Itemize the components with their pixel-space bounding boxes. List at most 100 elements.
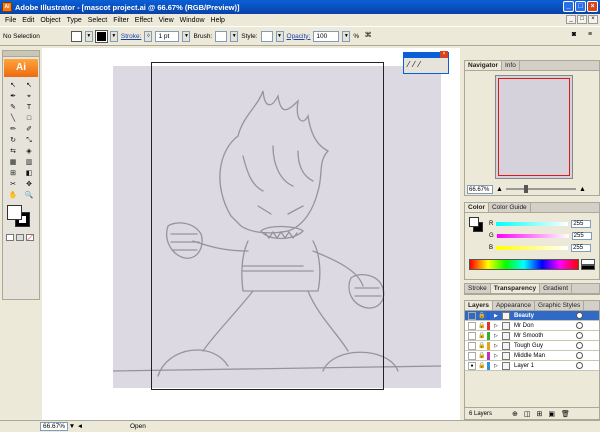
tab-color[interactable]: Color — [465, 203, 489, 212]
color-mode-button[interactable] — [6, 234, 14, 241]
eyedropper-tool-icon[interactable]: ⁄ — [413, 60, 414, 69]
prev-artboard-icon[interactable]: ◄ — [76, 423, 84, 430]
layer-row[interactable]: ● 🔒 ▷ Layer 1 — [465, 361, 599, 371]
paintbrush-tool-icon[interactable]: ✏ — [5, 124, 21, 135]
tab-layers[interactable]: Layers — [465, 301, 493, 310]
gradient-mode-button[interactable] — [16, 234, 24, 241]
layer-target-icon[interactable] — [576, 312, 583, 319]
blue-value-input[interactable]: 255 — [571, 243, 592, 252]
stroke-link[interactable]: Stroke: — [121, 33, 142, 40]
layer-target-icon[interactable] — [576, 352, 583, 359]
new-sublayer-icon[interactable]: ⊞ — [537, 410, 543, 418]
zoom-out-icon[interactable]: ▲ — [496, 186, 503, 193]
tab-color-guide[interactable]: Color Guide — [489, 203, 531, 212]
navigator-thumbnail[interactable] — [495, 75, 573, 179]
stroke-weight-dropdown[interactable]: ▼ — [182, 30, 191, 42]
canvas-vertical-scrollbar[interactable] — [460, 48, 463, 420]
none-mode-button[interactable] — [26, 234, 34, 241]
stroke-swatch-dropdown[interactable]: ▼ — [109, 30, 118, 42]
lock-icon[interactable]: 🔒 — [478, 342, 485, 349]
delete-layer-icon[interactable]: 🗑 — [561, 410, 570, 418]
stroke-weight-input[interactable]: 1 pt — [155, 30, 180, 42]
tab-transparency[interactable]: Transparency — [490, 284, 541, 293]
document-canvas[interactable] — [42, 48, 460, 420]
stroke-swatch[interactable] — [94, 29, 108, 43]
mesh-tool-icon[interactable]: ⊞ — [5, 168, 21, 179]
opacity-link[interactable]: Opacity: — [287, 33, 311, 40]
layer-row[interactable]: 🔒 ▷ Mr Smooth — [465, 331, 599, 341]
layer-row[interactable]: 🔒 ▷ Tough Guy — [465, 341, 599, 351]
doc-minimize-button[interactable]: _ — [566, 15, 576, 24]
menu-file[interactable]: File — [2, 17, 19, 24]
eyedropper-tool-icon[interactable]: ⁄ — [408, 60, 409, 69]
tab-navigator[interactable]: Navigator — [465, 61, 502, 70]
magic-wand-tool-icon[interactable]: ✒ — [5, 91, 21, 102]
menu-window[interactable]: Window — [177, 17, 208, 24]
zoom-dropdown-icon[interactable]: ▼ — [68, 423, 76, 430]
free-transform-tool-icon[interactable]: ◈ — [21, 146, 37, 157]
panel-menu-icon[interactable]: ≡ — [584, 31, 596, 41]
layer-target-icon[interactable] — [576, 342, 583, 349]
floating-panel-close-button[interactable]: × — [440, 51, 448, 58]
pen-tool-icon[interactable]: ✎ — [5, 102, 21, 113]
tab-info[interactable]: Info — [502, 61, 520, 70]
make-clipping-mask-icon[interactable]: ◫ — [524, 410, 531, 418]
menu-object[interactable]: Object — [37, 17, 63, 24]
visibility-toggle[interactable] — [468, 341, 476, 350]
pencil-tool-icon[interactable]: ✐ — [21, 124, 37, 135]
rotate-tool-icon[interactable]: ↻ — [5, 135, 21, 146]
warp-tool-icon[interactable]: ⇆ — [5, 146, 21, 157]
menu-help[interactable]: Help — [208, 17, 228, 24]
maximize-button[interactable]: □ — [575, 1, 586, 12]
red-slider[interactable] — [496, 221, 569, 226]
recolor-icon[interactable]: ⌘ — [362, 31, 374, 41]
expand-triangle-icon[interactable]: ▷ — [494, 353, 500, 359]
gradient-tool-icon[interactable]: ◧ — [21, 168, 37, 179]
locate-object-icon[interactable]: ⊕ — [512, 410, 518, 418]
fill-swatch[interactable] — [70, 30, 82, 42]
style-dropdown[interactable]: ▼ — [275, 30, 284, 42]
lock-icon[interactable]: 🔒 — [478, 352, 485, 359]
layer-target-icon[interactable] — [576, 332, 583, 339]
brush-dropdown[interactable]: ▼ — [230, 30, 239, 42]
new-layer-icon[interactable]: ▣ — [548, 410, 555, 418]
expand-triangle-icon[interactable]: ▷ — [494, 343, 500, 349]
toolbox-header[interactable] — [3, 51, 39, 57]
visibility-toggle[interactable] — [468, 351, 476, 360]
visibility-toggle[interactable]: ● — [468, 361, 476, 370]
hand-tool-icon[interactable]: ✋ — [5, 190, 21, 201]
zoom-in-icon[interactable]: ▲ — [579, 186, 586, 193]
tab-appearance[interactable]: Appearance — [493, 301, 536, 310]
expand-triangle-icon[interactable]: ▷ — [494, 333, 500, 339]
status-zoom-input[interactable]: 66.67% — [40, 422, 68, 431]
lock-icon[interactable]: 🔒 — [478, 362, 485, 369]
type-tool-icon[interactable]: T — [21, 102, 37, 113]
doc-close-button[interactable]: × — [588, 15, 598, 24]
status-mode[interactable]: Open — [130, 423, 146, 430]
line-tool-icon[interactable]: ╲ — [5, 113, 21, 124]
rectangle-tool-icon[interactable]: □ — [21, 113, 37, 124]
zoom-tool-icon[interactable]: 🔍 — [21, 190, 37, 201]
layer-row[interactable]: 🔒 ▷ Mr Don — [465, 321, 599, 331]
lasso-tool-icon[interactable]: ⌖ — [21, 91, 37, 102]
opacity-dropdown[interactable]: ▼ — [342, 30, 351, 42]
layer-row[interactable]: 🔒 ▶ Beauty — [465, 311, 599, 321]
expand-triangle-icon[interactable]: ▷ — [494, 323, 500, 329]
tab-stroke[interactable]: Stroke — [465, 284, 491, 293]
red-value-input[interactable]: 255 — [571, 219, 592, 228]
menu-view[interactable]: View — [156, 17, 177, 24]
visibility-toggle[interactable] — [468, 311, 476, 320]
scale-tool-icon[interactable]: ⤡ — [21, 135, 37, 146]
visibility-toggle[interactable] — [468, 321, 476, 330]
opacity-input[interactable]: 100 — [313, 30, 340, 42]
layer-target-icon[interactable] — [576, 362, 583, 369]
lock-icon[interactable]: 🔒 — [478, 312, 485, 319]
style-picker[interactable] — [260, 30, 273, 42]
minimize-button[interactable]: _ — [563, 1, 574, 12]
navigator-zoom-input[interactable]: 66.67% — [467, 184, 493, 194]
doc-restore-button[interactable]: □ — [577, 15, 587, 24]
expand-triangle-icon[interactable]: ▷ — [494, 363, 500, 369]
camera-icon[interactable]: ◙ — [568, 31, 580, 41]
blue-slider[interactable] — [496, 245, 569, 250]
color-fill-box[interactable] — [469, 217, 479, 227]
